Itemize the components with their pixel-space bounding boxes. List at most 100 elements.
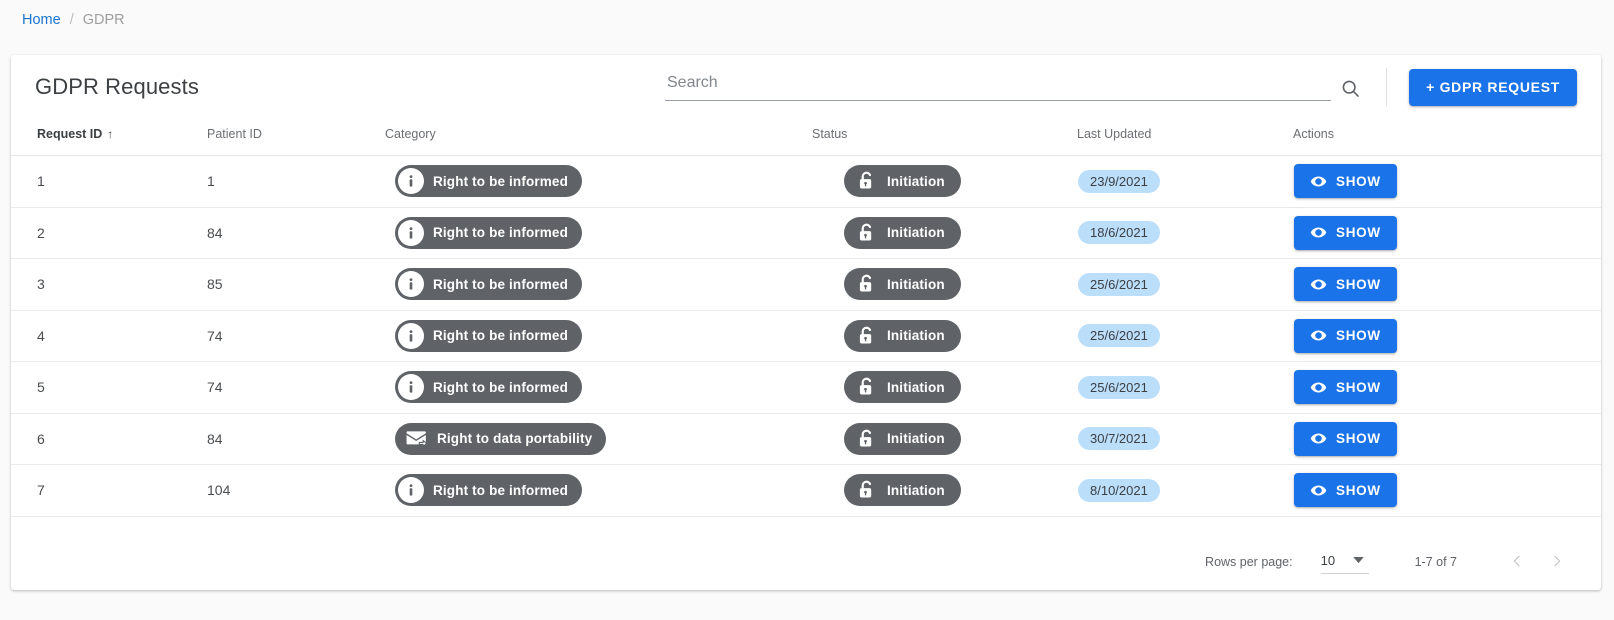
- column-header-actions: Actions: [1293, 119, 1601, 156]
- search-input[interactable]: [665, 74, 1331, 94]
- lock-open-icon: [856, 325, 878, 347]
- column-header-request-id[interactable]: Request ID ↑: [11, 119, 207, 156]
- table-row[interactable]: 6 84 Right to data portability Initiation 30…: [11, 413, 1601, 465]
- category-chip[interactable]: Right to be informed: [395, 216, 582, 249]
- table-header: Request ID ↑ Patient ID Category Status L…: [11, 119, 1601, 156]
- table-row[interactable]: 2 84 Right to be informed Initiation 18/6/20…: [11, 207, 1601, 259]
- cell-last-updated: 25/6/2021: [1077, 258, 1293, 311]
- info-icon: [398, 271, 424, 298]
- cell-category: Right to be informed: [385, 310, 812, 362]
- breadcrumb: Home / GDPR: [0, 0, 1614, 40]
- cell-last-updated: 18/6/2021: [1077, 207, 1293, 259]
- show-button[interactable]: SHOW: [1294, 164, 1397, 199]
- category-chip[interactable]: Right to data portability: [395, 422, 607, 455]
- last-updated-pill: 18/6/2021: [1078, 221, 1160, 245]
- status-badge-label: Initiation: [887, 173, 945, 189]
- cell-status: Initiation: [812, 361, 1077, 414]
- show-button[interactable]: SHOW: [1294, 421, 1397, 456]
- lock-open-icon: [856, 170, 878, 192]
- mail-forward-icon: [406, 428, 428, 450]
- table-row[interactable]: 7 104 Right to be informed Initiation 8/10/2…: [11, 464, 1601, 517]
- show-button[interactable]: SHOW: [1294, 267, 1397, 302]
- column-header-request-id-label: Request ID: [37, 127, 103, 141]
- previous-page-button[interactable]: [1497, 542, 1537, 582]
- eye-icon: [1310, 485, 1327, 496]
- eye-icon: [1310, 382, 1327, 393]
- status-badge-label: Initiation: [887, 431, 945, 447]
- column-header-patient-id[interactable]: Patient ID: [207, 119, 385, 156]
- column-header-last-updated[interactable]: Last Updated: [1077, 119, 1293, 156]
- info-icon: [398, 374, 424, 401]
- pagination-range: 1-7 of 7: [1414, 555, 1457, 569]
- category-chip[interactable]: Right to be informed: [395, 474, 582, 507]
- cell-status: Initiation: [812, 207, 1077, 259]
- category-chip-label: Right to be informed: [433, 482, 568, 498]
- search-icon[interactable]: [1333, 71, 1367, 105]
- cell-category: Right to data portability: [385, 413, 812, 465]
- cell-request-id: 4: [11, 310, 207, 362]
- status-badge[interactable]: Initiation: [844, 268, 961, 301]
- status-badge[interactable]: Initiation: [844, 422, 961, 455]
- add-gdpr-request-button[interactable]: + GDPR REQUEST: [1409, 68, 1577, 106]
- show-button[interactable]: SHOW: [1294, 473, 1397, 508]
- cell-last-updated: 25/6/2021: [1077, 310, 1293, 362]
- show-button-label: SHOW: [1336, 328, 1381, 344]
- paginator: Rows per page: 10 1-7 of 7: [11, 534, 1601, 590]
- cell-actions: SHOW: [1293, 258, 1601, 311]
- cell-category: Right to be informed: [385, 155, 812, 208]
- info-icon: [398, 322, 424, 349]
- status-badge[interactable]: Initiation: [844, 216, 961, 249]
- header-actions: + GDPR REQUEST: [1376, 68, 1577, 106]
- page-title: GDPR Requests: [35, 74, 199, 99]
- table-row[interactable]: 1 1 Right to be informed Initiation 23/9/202…: [11, 155, 1601, 208]
- show-button[interactable]: SHOW: [1294, 318, 1397, 353]
- table-row[interactable]: 5 74 Right to be informed Initiation 25/6/20…: [11, 361, 1601, 414]
- rows-per-page-label: Rows per page:: [1205, 555, 1293, 569]
- eye-icon: [1310, 433, 1327, 444]
- show-button-label: SHOW: [1336, 225, 1381, 241]
- cell-category: Right to be informed: [385, 361, 812, 414]
- status-badge[interactable]: Initiation: [844, 165, 961, 198]
- table-row[interactable]: 3 85 Right to be informed Initiation 25/6/20…: [11, 258, 1601, 311]
- lock-open-icon: [856, 222, 878, 244]
- cell-last-updated: 23/9/2021: [1077, 155, 1293, 208]
- column-header-status[interactable]: Status: [812, 119, 1077, 156]
- last-updated-pill: 25/6/2021: [1078, 272, 1160, 296]
- cell-request-id: 7: [11, 464, 207, 517]
- category-chip[interactable]: Right to be informed: [395, 371, 582, 404]
- info-icon: [398, 477, 424, 504]
- last-updated-pill: 25/6/2021: [1078, 324, 1160, 348]
- show-button[interactable]: SHOW: [1294, 215, 1397, 250]
- last-updated-pill: 8/10/2021: [1078, 478, 1160, 502]
- chevron-down-icon: [1353, 553, 1364, 567]
- status-badge[interactable]: Initiation: [844, 371, 961, 404]
- show-button-label: SHOW: [1336, 276, 1381, 292]
- status-badge-label: Initiation: [887, 225, 945, 241]
- show-button[interactable]: SHOW: [1294, 370, 1397, 405]
- status-badge[interactable]: Initiation: [844, 319, 961, 352]
- category-chip[interactable]: Right to be informed: [395, 268, 582, 301]
- chevron-left-icon: [1509, 553, 1525, 572]
- cell-request-id: 3: [11, 258, 207, 311]
- show-button-label: SHOW: [1336, 379, 1381, 395]
- next-page-button[interactable]: [1537, 542, 1577, 582]
- lock-open-icon: [856, 376, 878, 398]
- eye-icon: [1310, 176, 1327, 187]
- sort-ascending-icon: ↑: [107, 127, 114, 141]
- rows-per-page-select[interactable]: 10: [1320, 551, 1369, 574]
- lock-open-icon: [856, 273, 878, 295]
- chevron-right-icon: [1549, 553, 1565, 572]
- breadcrumb-home-link[interactable]: Home: [22, 12, 61, 28]
- cell-status: Initiation: [812, 258, 1077, 311]
- category-chip[interactable]: Right to be informed: [395, 319, 582, 352]
- cell-patient-id: 74: [207, 310, 385, 362]
- table-row[interactable]: 4 74 Right to be informed Initiation 25/6/20…: [11, 310, 1601, 362]
- breadcrumb-separator: /: [69, 12, 74, 28]
- category-chip-label: Right to be informed: [433, 225, 568, 241]
- cell-actions: SHOW: [1293, 310, 1601, 362]
- status-badge[interactable]: Initiation: [844, 474, 961, 507]
- cell-patient-id: 84: [207, 413, 385, 465]
- column-header-category[interactable]: Category: [385, 119, 812, 156]
- eye-icon: [1310, 330, 1327, 341]
- category-chip[interactable]: Right to be informed: [395, 165, 582, 198]
